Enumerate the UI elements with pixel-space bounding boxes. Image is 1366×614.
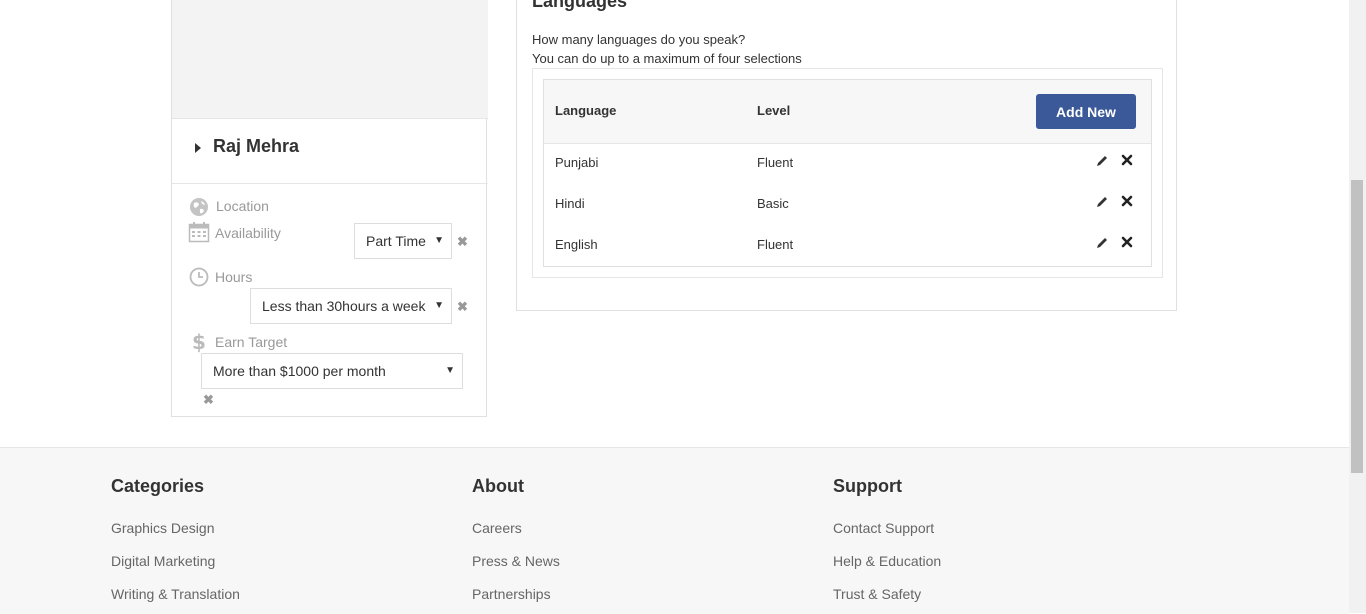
footer-categories: Categories Graphics Design Digital Marke… [111, 476, 240, 602]
dropdown-arrow-icon: ▼ [434, 300, 444, 311]
globe-icon [190, 198, 208, 216]
remove-hours-icon[interactable]: ✖ [457, 299, 468, 315]
table-row: English Fluent [544, 225, 1151, 266]
profile-name-row[interactable]: Raj Mehra [172, 118, 488, 184]
page-scrollbar[interactable] [1349, 0, 1366, 613]
languages-title: Languages [532, 0, 628, 11]
footer-link[interactable]: Careers [472, 520, 522, 536]
close-icon[interactable] [1121, 154, 1133, 166]
languages-note: You can do up to a maximum of four selec… [532, 51, 802, 66]
footer-link[interactable]: Partnerships [472, 586, 551, 602]
calendar-icon [188, 222, 210, 243]
availability-value: Part Time [366, 233, 426, 249]
level-cell: Fluent [757, 155, 794, 170]
close-icon[interactable] [1121, 236, 1133, 248]
languages-question: How many languages do you speak? [532, 32, 746, 47]
dollar-icon: $ [192, 331, 206, 353]
footer-link[interactable]: Digital Marketing [111, 553, 215, 569]
pencil-icon[interactable] [1095, 195, 1109, 209]
add-new-language-button[interactable]: Add New [1036, 94, 1136, 129]
site-footer: Categories Graphics Design Digital Marke… [0, 447, 1349, 614]
hours-select[interactable]: Less than 30hours a week ▼ [250, 288, 452, 324]
table-row: Punjabi Fluent [544, 143, 1151, 184]
caret-right-icon[interactable] [195, 143, 201, 153]
table-row: Hindi Basic [544, 184, 1151, 225]
footer-about-title: About [472, 476, 524, 496]
availability-label: Availability [215, 225, 281, 241]
pencil-icon[interactable] [1095, 154, 1109, 168]
footer-categories-title: Categories [111, 476, 205, 496]
earn-target-value: More than $1000 per month [213, 363, 386, 379]
level-cell: Fluent [757, 237, 794, 252]
location-label: Location [216, 198, 269, 214]
language-cell: English [555, 237, 598, 252]
close-icon[interactable] [1121, 195, 1133, 207]
languages-panel: Languages How many languages do you spea… [516, 0, 1177, 311]
footer-support-title: Support [833, 476, 902, 496]
languages-table-wrapper: Language Level Add New Punjabi Fluent Hi… [532, 68, 1163, 278]
svg-text:$: $ [192, 331, 206, 353]
remove-earn-target-icon[interactable]: ✖ [203, 392, 214, 408]
profile-name: Raj Mehra [213, 136, 300, 156]
table-header: Language Level Add New [544, 80, 1151, 144]
column-header-language: Language [555, 103, 617, 118]
footer-support: Support Contact Support Help & Education… [833, 476, 941, 602]
remove-availability-icon[interactable]: ✖ [457, 234, 468, 250]
column-header-level: Level [757, 103, 791, 118]
scrollbar-thumb[interactable] [1351, 180, 1363, 473]
footer-link[interactable]: Writing & Translation [111, 586, 240, 602]
hours-value: Less than 30hours a week [262, 298, 426, 314]
language-cell: Punjabi [555, 155, 599, 170]
language-cell: Hindi [555, 196, 585, 211]
footer-link[interactable]: Trust & Safety [833, 586, 921, 602]
earn-target-label: Earn Target [215, 334, 288, 350]
dropdown-arrow-icon: ▼ [434, 235, 444, 246]
footer-link[interactable]: Graphics Design [111, 520, 215, 536]
profile-photo [172, 0, 488, 118]
level-cell: Basic [757, 196, 789, 211]
earn-target-select[interactable]: More than $1000 per month ▼ [201, 353, 463, 389]
footer-link[interactable]: Contact Support [833, 520, 934, 536]
dropdown-arrow-icon: ▼ [445, 365, 455, 376]
pencil-icon[interactable] [1095, 236, 1109, 250]
footer-about: About Careers Press & News Partnerships [472, 476, 560, 602]
clock-icon [189, 267, 209, 287]
profile-card: Raj Mehra Location Availability Part Tim… [171, 0, 488, 417]
languages-table: Language Level Add New Punjabi Fluent Hi… [543, 79, 1152, 267]
footer-link[interactable]: Press & News [472, 553, 560, 569]
footer-link[interactable]: Help & Education [833, 553, 941, 569]
availability-select[interactable]: Part Time ▼ [354, 223, 452, 259]
hours-label: Hours [215, 269, 253, 285]
